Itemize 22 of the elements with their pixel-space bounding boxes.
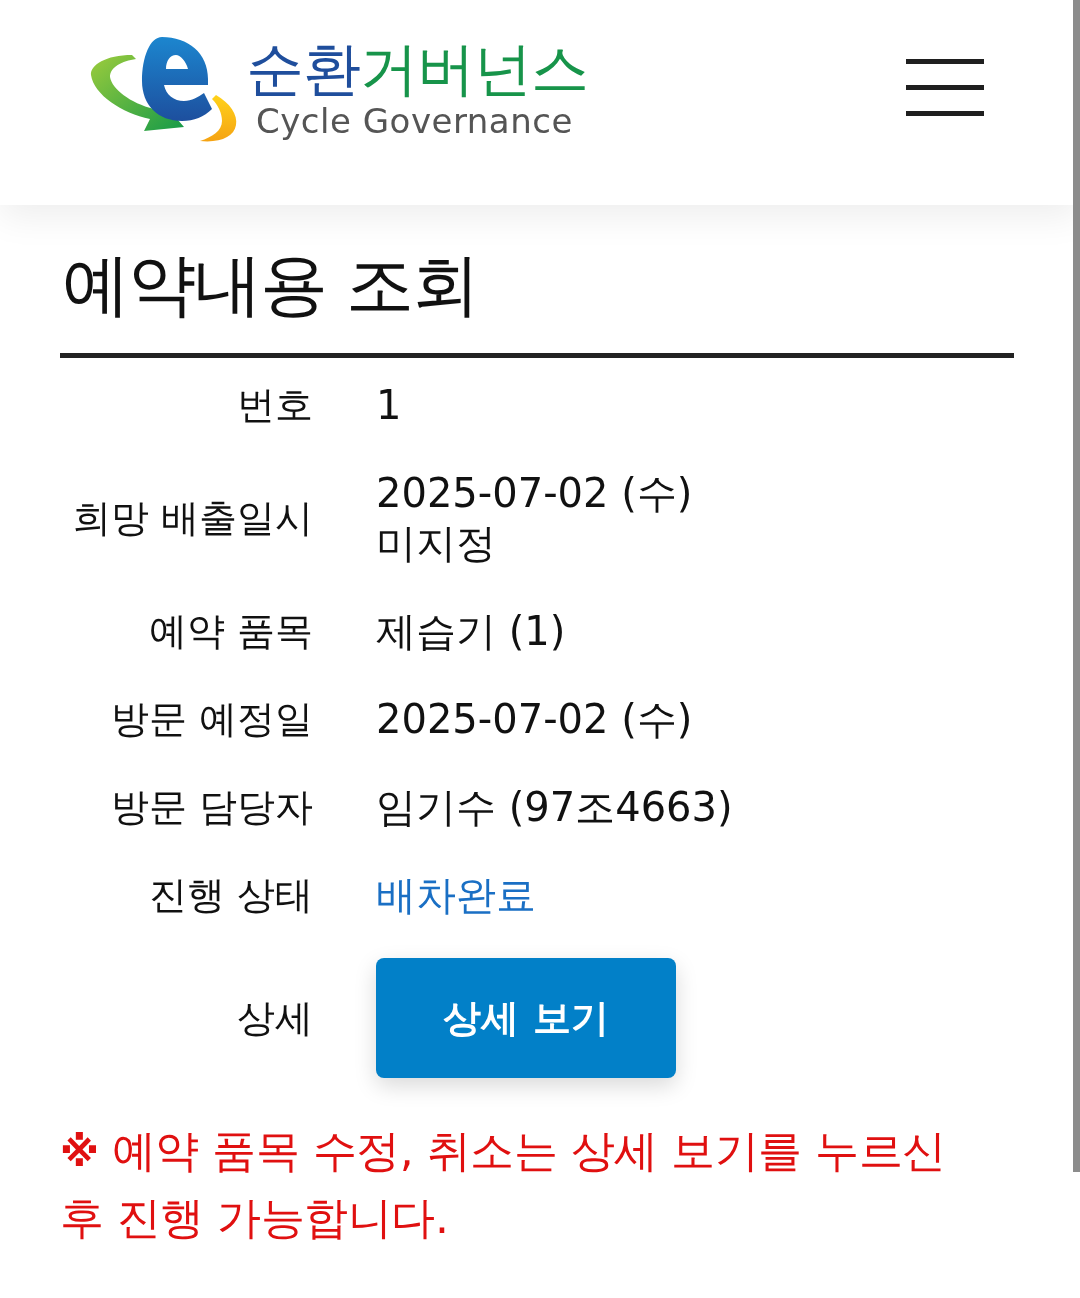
detail-value: 1 [376,381,402,430]
page-title: 예약내용 조회 [62,245,478,325]
detail-value: 2025-07-02 (수) [376,469,693,518]
status-value: 배차완료 [376,871,536,920]
view-details-button[interactable]: 상세 보기 [376,958,676,1078]
notice-text: ※ 예약 품목 수정, 취소는 상세 보기를 누르신 후 진행 가능합니다. [60,1124,947,1245]
scroll-bar[interactable] [1073,0,1080,1172]
detail-label: 방문 담당자 [110,784,313,831]
logo-subtitle: Cycle Governance [256,101,573,141]
detail-value: 임기수 (97조4663) [376,783,733,832]
detail-label: 방문 예정일 [110,696,313,743]
detail-label: 희망 배출일시 [72,495,313,542]
detail-label: 예약 품목 [148,608,313,655]
menu-button[interactable] [906,59,984,116]
detail-value: 미지정 [376,519,496,568]
logo-title: 순환거버넌스 [246,37,588,101]
menu-icon [906,59,984,116]
detail-value: 제습기 (1) [376,607,566,656]
detail-label: 번호 [237,382,313,429]
detail-label: 진행 상태 [148,872,313,919]
detail-value: 2025-07-02 (수) [376,695,693,744]
detail-label: 상세 [237,995,313,1042]
